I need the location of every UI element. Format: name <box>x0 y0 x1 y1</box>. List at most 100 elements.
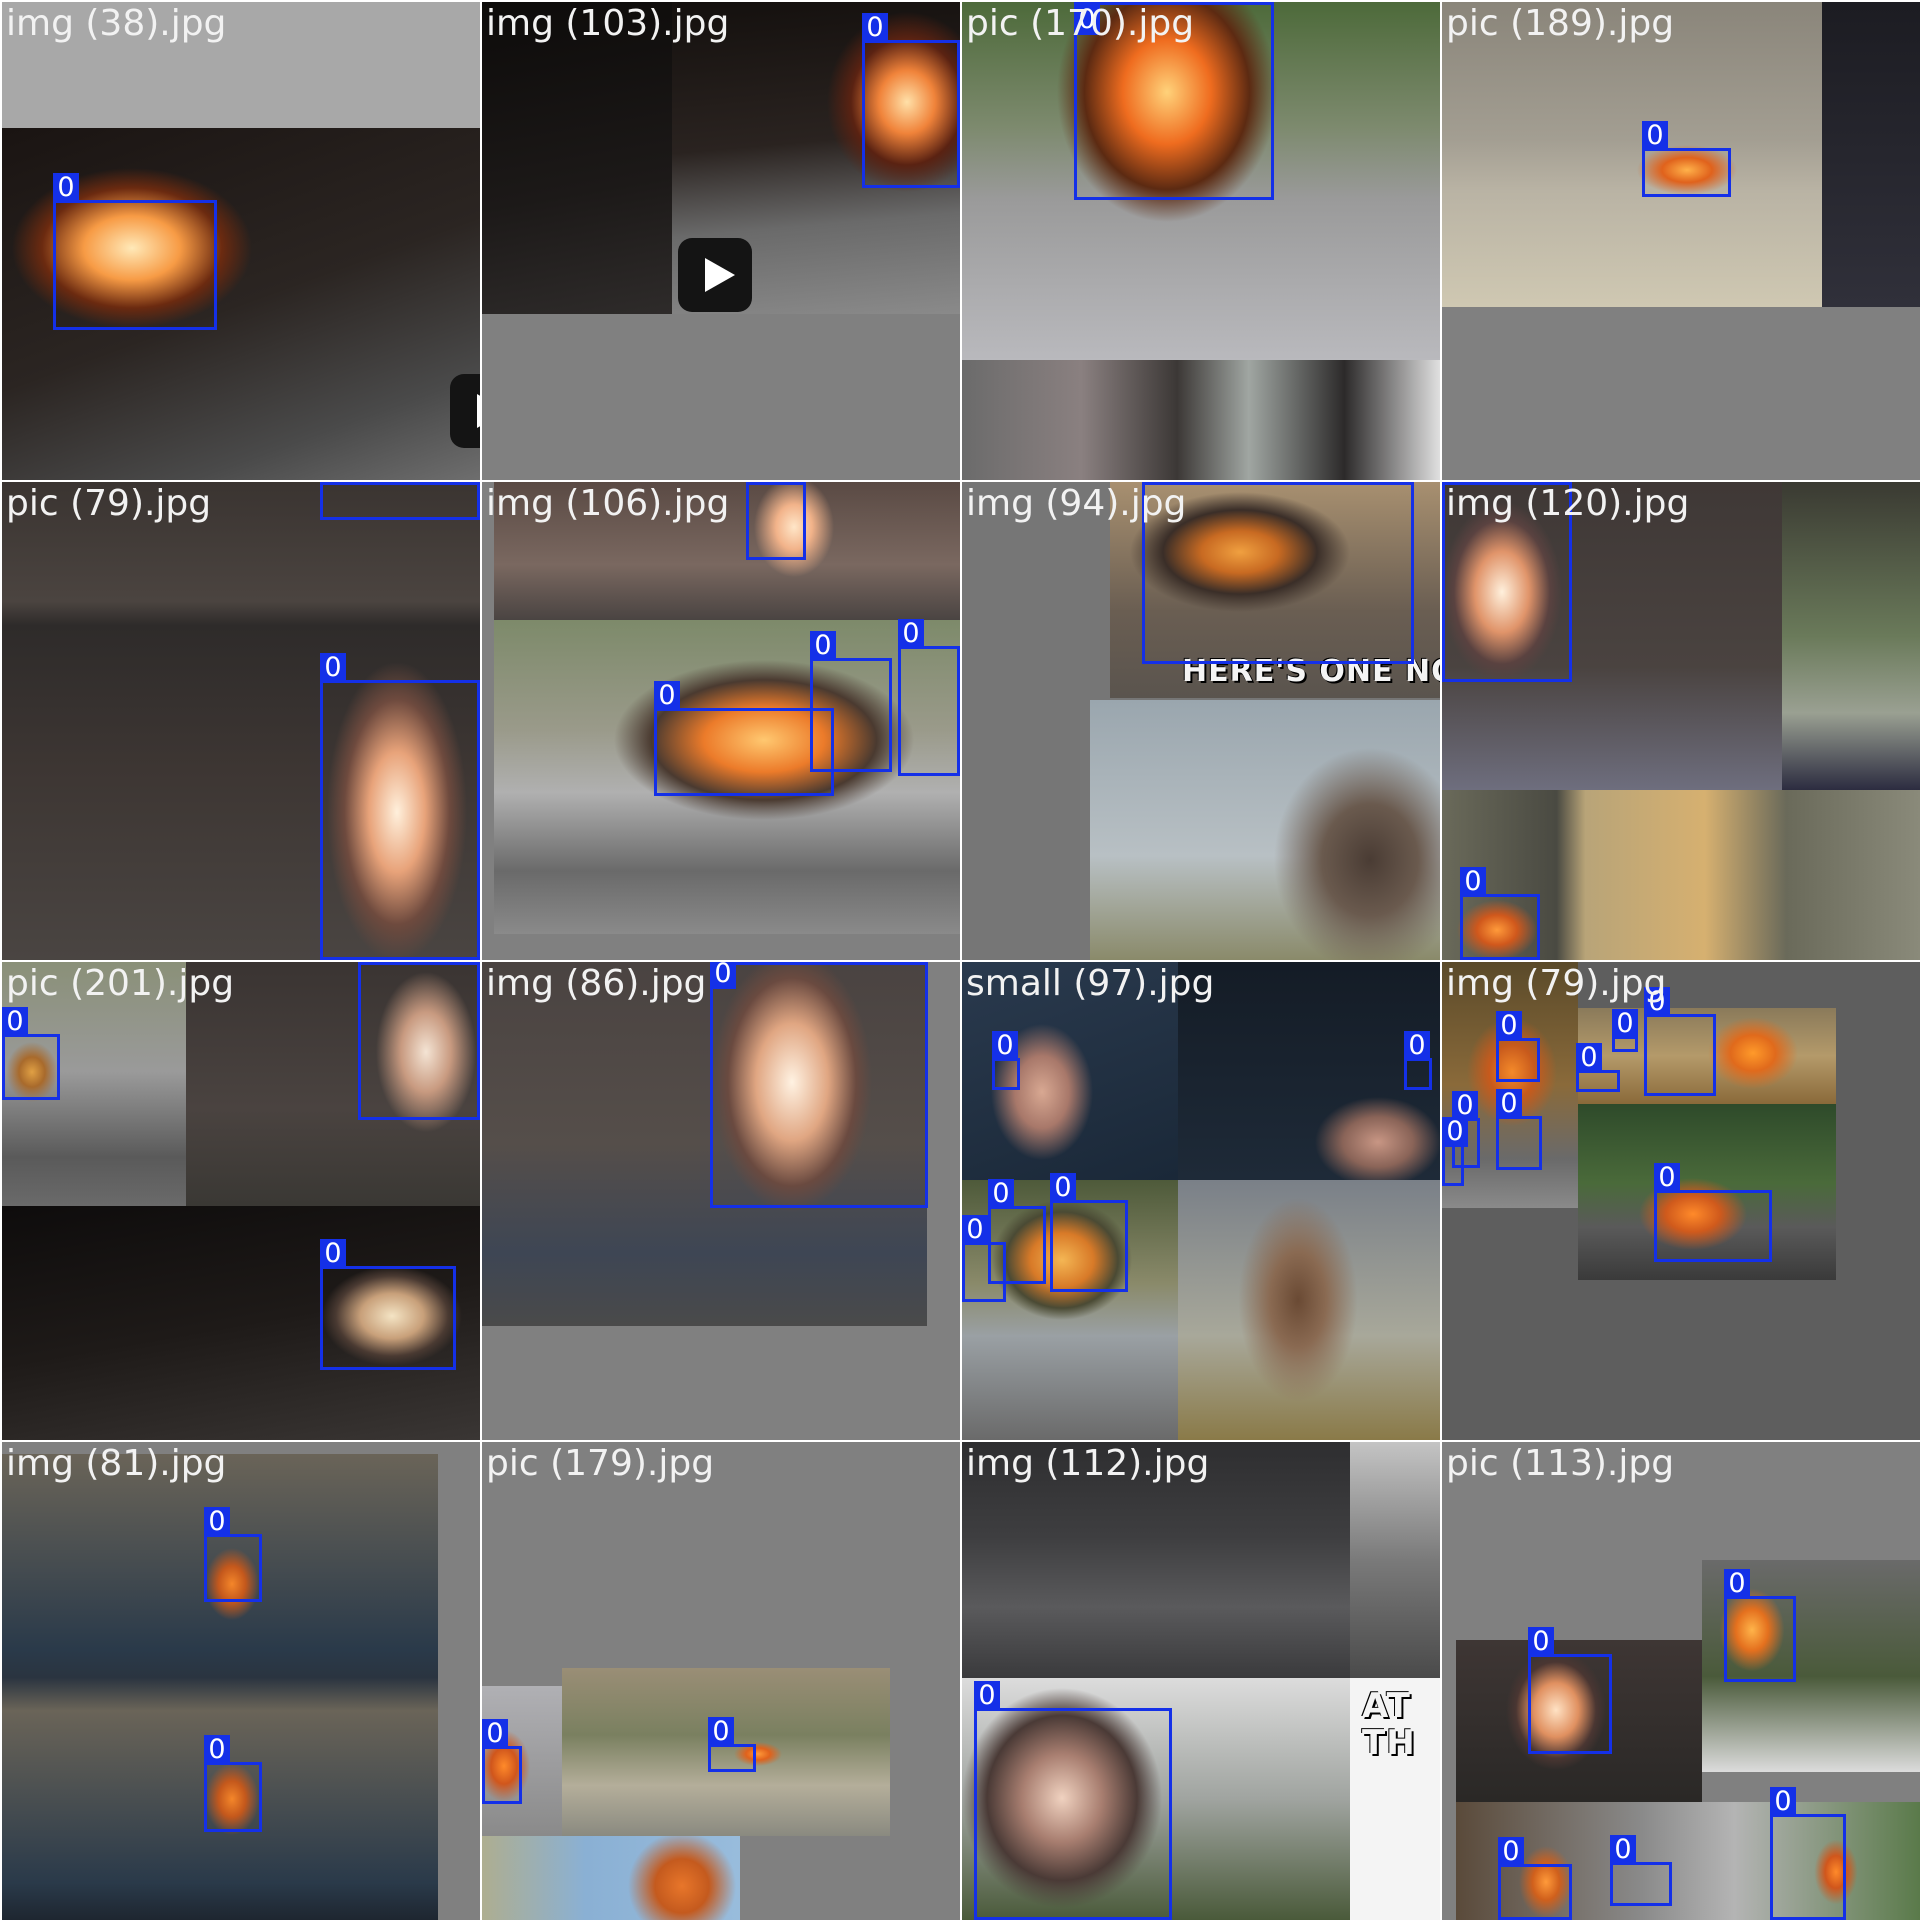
class-label: 0 <box>53 173 79 203</box>
class-label: 0 <box>204 1507 230 1537</box>
tile-filename: img (86).jpg <box>486 963 707 1004</box>
detection-box: 0 <box>482 1719 522 1804</box>
class-label: 0 <box>1654 1163 1680 1193</box>
detection-box: 0 <box>974 1681 1172 1920</box>
detection-box: 0 <box>2 1007 60 1100</box>
class-label: 0 <box>1528 1627 1554 1657</box>
tile-filename: small (97).jpg <box>966 963 1215 1004</box>
tile-pic-201: pic (201).jpg 0 0 0 <box>2 962 480 1440</box>
play-button-icon <box>678 238 752 312</box>
tile-filename: img (106).jpg <box>486 483 730 524</box>
detection-box: 0 <box>1050 1173 1128 1292</box>
detection-box: 0 <box>320 482 480 520</box>
tile-filename: img (103).jpg <box>486 3 730 44</box>
detection-box: 0 <box>962 1215 1006 1302</box>
play-button-icon <box>450 374 480 448</box>
tile-filename: pic (79).jpg <box>6 483 212 524</box>
class-label: 0 <box>862 13 888 43</box>
detection-box: 0 <box>1528 1627 1612 1754</box>
orange-smoke-photo <box>482 1836 740 1920</box>
tile-img-106: img (106).jpg 0 0 0 0 <box>482 482 960 960</box>
tile-filename: pic (179).jpg <box>486 1443 715 1484</box>
class-label: 0 <box>2 1007 28 1037</box>
detection-box: 0 <box>1644 987 1716 1096</box>
tile-filename: img (112).jpg <box>966 1443 1210 1484</box>
detection-box: 0 <box>1770 1787 1846 1920</box>
class-label: 0 <box>1770 1787 1796 1817</box>
class-label: 0 <box>1724 1569 1750 1599</box>
tile-pic-79: pic (79).jpg 0 0 <box>2 482 480 960</box>
detection-box: 0 <box>992 1031 1020 1090</box>
detection-box: 0 <box>1642 121 1731 197</box>
class-label: 0 <box>1576 1043 1602 1073</box>
tile-pic-170: pic (170).jpg 0 <box>962 2 1440 480</box>
class-label: 0 <box>810 631 836 661</box>
night-road-photo <box>482 2 672 314</box>
meme-caption: AT TH <box>1362 1686 1416 1764</box>
tile-img-103: img (103).jpg 0 <box>482 2 960 480</box>
detection-box: 0 <box>746 482 806 560</box>
tile-filename: pic (189).jpg <box>1446 3 1675 44</box>
detection-box: 0 <box>654 681 834 796</box>
smoke-collage-photo <box>962 360 1440 480</box>
class-label: 0 <box>710 962 736 989</box>
tile-pic-179: pic (179).jpg 0 0 <box>482 1442 960 1920</box>
detection-box: 0 <box>1460 867 1540 960</box>
detection-box: 0 <box>204 1735 262 1832</box>
tile-img-94: HERE'S ONE NOW img (94).jpg 0 <box>962 482 1440 960</box>
detection-box: 0 <box>1610 1835 1672 1906</box>
detection-box: 0 <box>1498 1837 1572 1920</box>
tile-pic-113: pic (113).jpg 0 0 0 0 0 <box>1442 1442 1920 1920</box>
detection-box: 0 <box>710 962 928 1208</box>
tile-pic-189: pic (189).jpg 0 <box>1442 2 1920 480</box>
class-label: 0 <box>654 681 680 711</box>
class-label: 0 <box>1460 867 1486 897</box>
detection-box: 0 <box>1654 1163 1772 1262</box>
tile-filename: img (120).jpg <box>1446 483 1690 524</box>
tile-img-112: AT TH img (112).jpg 0 <box>962 1442 1440 1920</box>
detection-box: 0 <box>1496 1089 1542 1170</box>
street-sign-photo <box>1350 1442 1440 1678</box>
tile-filename: img (81).jpg <box>6 1443 227 1484</box>
tile-img-86: img (86).jpg 0 <box>482 962 960 1440</box>
class-label: 0 <box>962 1215 988 1245</box>
detection-box: 0 <box>320 1239 456 1370</box>
tile-img-81: img (81).jpg 0 0 <box>2 1442 480 1920</box>
tile-filename: pic (170).jpg <box>966 3 1195 44</box>
class-label: 0 <box>1404 1031 1430 1061</box>
tile-img-120: img (120).jpg 0 0 <box>1442 482 1920 960</box>
class-label: 0 <box>1496 1011 1522 1041</box>
smoke-column-photo <box>1178 1180 1440 1440</box>
detection-box: 0 <box>1724 1569 1796 1682</box>
detection-box: 0 <box>53 173 217 330</box>
tile-filename: img (38).jpg <box>6 3 227 44</box>
sky-smoke-photo <box>1090 700 1440 960</box>
tile-filename: pic (201).jpg <box>6 963 235 1004</box>
class-label: 0 <box>708 1717 734 1747</box>
class-label: 0 <box>320 1239 346 1269</box>
class-label: 0 <box>1642 121 1668 151</box>
class-label: 0 <box>1612 1009 1638 1039</box>
detection-box: 0 <box>1612 1009 1638 1052</box>
class-label: 0 <box>320 653 346 683</box>
detection-box: 0 <box>204 1507 262 1602</box>
detection-mosaic: img (38).jpg 0 img (103).jpg 0 pic (170)… <box>0 0 1920 1920</box>
tile-filename: pic (113).jpg <box>1446 1443 1675 1484</box>
firefighters-truck-fire-photo <box>1442 2 1822 307</box>
class-label: 0 <box>358 962 384 965</box>
tile-filename: img (79).jpg <box>1446 963 1667 1004</box>
detection-box: 0 <box>1442 1117 1468 1186</box>
class-label: 0 <box>992 1031 1018 1061</box>
class-label: 0 <box>974 1681 1000 1711</box>
detection-box: 0 <box>898 619 960 776</box>
class-label: 0 <box>1496 1089 1522 1119</box>
class-label: 0 <box>320 482 346 485</box>
detection-box: 0 <box>708 1717 756 1772</box>
detection-box: 0 <box>358 962 480 1120</box>
class-label: 0 <box>746 482 772 485</box>
class-label: 0 <box>988 1179 1014 1209</box>
tile-small-97: small (97).jpg 0 0 0 0 0 <box>962 962 1440 1440</box>
class-label: 0 <box>1610 1835 1636 1865</box>
class-label: 0 <box>204 1735 230 1765</box>
detection-box: 0 <box>320 653 480 960</box>
